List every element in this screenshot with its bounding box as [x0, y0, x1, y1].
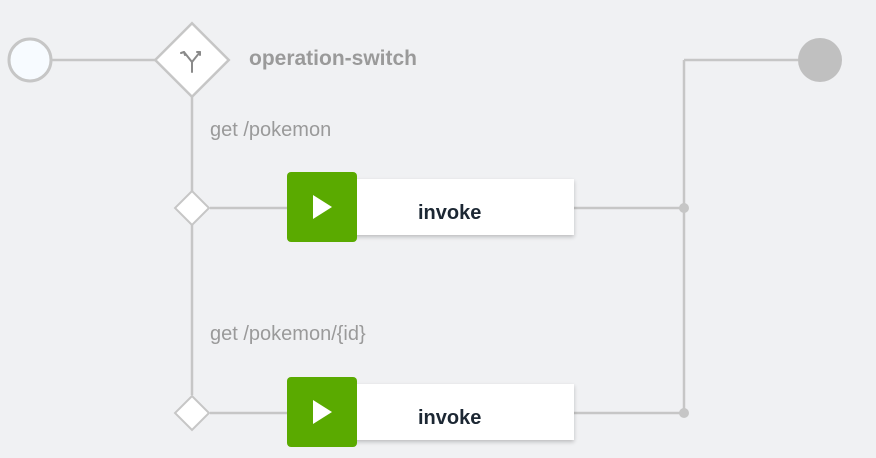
invoke-node-label: invoke: [418, 202, 482, 224]
merge-dot-icon: [679, 203, 689, 213]
case-2-label: get /pokemon/{id}: [210, 323, 366, 345]
case-1-label: get /pokemon: [210, 119, 332, 141]
start-event-icon[interactable]: [7, 37, 53, 83]
invoke-node-icon-tile[interactable]: [287, 172, 357, 242]
operation-switch-label: operation-switch: [249, 47, 418, 70]
invoke-node-2[interactable]: invoke: [287, 377, 574, 447]
play-icon: [313, 195, 332, 219]
play-icon: [313, 400, 332, 424]
invoke-node-card[interactable]: invoke: [335, 179, 574, 235]
end-event-icon[interactable]: [798, 38, 842, 82]
operation-switch-gateway[interactable]: [153, 21, 231, 99]
case-2-diamond-icon[interactable]: [173, 394, 211, 432]
merge-dot-icon: [679, 408, 689, 418]
invoke-node-label: invoke: [418, 407, 482, 429]
case-1-diamond-icon[interactable]: [173, 189, 211, 227]
invoke-node-1[interactable]: invoke: [287, 172, 574, 242]
invoke-node-icon-tile[interactable]: [287, 377, 357, 447]
invoke-node-card[interactable]: invoke: [335, 384, 574, 440]
